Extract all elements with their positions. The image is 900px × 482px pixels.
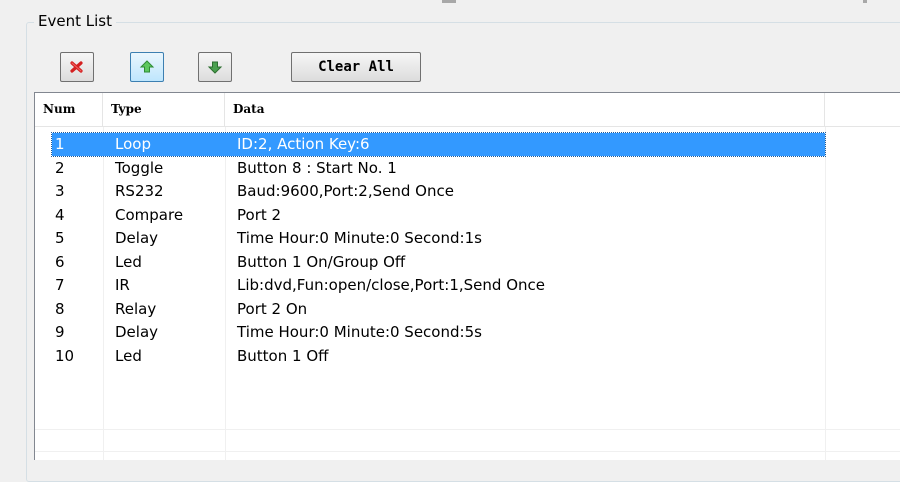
cell-type: IR <box>115 276 130 294</box>
cell-type: RS232 <box>115 182 164 200</box>
group-title: Event List <box>34 12 116 30</box>
clear-all-button[interactable]: Clear All <box>291 52 421 82</box>
table-row[interactable]: 3 RS232 Baud:9600,Port:2,Send Once <box>35 180 900 204</box>
cell-data: Button 8 : Start No. 1 <box>237 158 397 177</box>
cell-type: Toggle <box>115 158 164 177</box>
cell-type: Compare <box>115 205 184 224</box>
column-header-data[interactable]: Data <box>225 93 825 126</box>
cell-data: Time Hour:0 Minute:0 Second:5s <box>237 323 482 341</box>
table-row[interactable]: 5 Delay Time Hour:0 Minute:0 Second:1s <box>35 227 900 251</box>
cell-num: 4 <box>55 205 65 224</box>
cell-type: Relay <box>115 299 157 318</box>
cell-type: Loop <box>115 135 151 153</box>
column-header-type[interactable]: Type <box>103 93 225 126</box>
delete-button[interactable] <box>60 52 94 82</box>
cell-data: Port 2 <box>237 205 282 224</box>
cell-data: ID:2, Action Key:6 <box>237 135 370 153</box>
delete-icon <box>69 59 85 75</box>
table-row[interactable]: 2 Toggle Button 8 : Start No. 1 <box>35 157 900 181</box>
cell-num: 9 <box>55 323 65 341</box>
arrow-down-icon <box>207 59 223 75</box>
cell-type: Delay <box>115 229 159 247</box>
cell-num: 2 <box>55 158 65 177</box>
cell-type: Led <box>115 252 142 271</box>
event-list-table[interactable]: Num Type Data 1 Loop ID:2, Action Key:6 … <box>34 92 900 460</box>
table-row[interactable]: 8 Relay Port 2 On <box>35 298 900 322</box>
cell-num: 8 <box>55 299 65 318</box>
cell-num: 7 <box>55 276 65 294</box>
cell-num: 3 <box>55 182 65 200</box>
table-row[interactable]: 9 Delay Time Hour:0 Minute:0 Second:5s <box>35 321 900 345</box>
cell-type: Led <box>115 346 142 365</box>
table-row[interactable]: 1 Loop ID:2, Action Key:6 <box>35 132 900 157</box>
row-divider <box>35 451 900 452</box>
cell-data: Time Hour:0 Minute:0 Second:1s <box>237 229 482 247</box>
cell-num: 10 <box>55 346 75 365</box>
selection-highlight <box>51 132 826 157</box>
cell-data: Button 1 On/Group Off <box>237 252 406 271</box>
column-header-num[interactable]: Num <box>35 93 103 126</box>
table-row[interactable]: 4 Compare Port 2 <box>35 204 900 228</box>
cell-type: Delay <box>115 323 159 341</box>
cell-data: Port 2 On <box>237 299 308 318</box>
table-header: Num Type Data <box>35 93 900 127</box>
cell-data: Button 1 Off <box>237 346 329 365</box>
move-up-button[interactable] <box>130 52 164 82</box>
move-down-button[interactable] <box>198 52 232 82</box>
table-row[interactable]: 10 Led Button 1 Off <box>35 345 900 369</box>
cell-data: Baud:9600,Port:2,Send Once <box>237 182 454 200</box>
table-row[interactable]: 7 IR Lib:dvd,Fun:open/close,Port:1,Send … <box>35 274 900 298</box>
cell-num: 1 <box>55 135 65 153</box>
table-body: 1 Loop ID:2, Action Key:6 2 Toggle Butto… <box>35 132 900 369</box>
cell-num: 6 <box>55 252 65 271</box>
top-edge-mark <box>442 0 456 3</box>
cell-data: Lib:dvd,Fun:open/close,Port:1,Send Once <box>237 276 545 294</box>
arrow-up-icon <box>139 59 155 75</box>
table-row[interactable]: 6 Led Button 1 On/Group Off <box>35 251 900 275</box>
top-edge-mark <box>863 0 867 3</box>
cell-num: 5 <box>55 229 65 247</box>
row-divider <box>35 429 900 430</box>
